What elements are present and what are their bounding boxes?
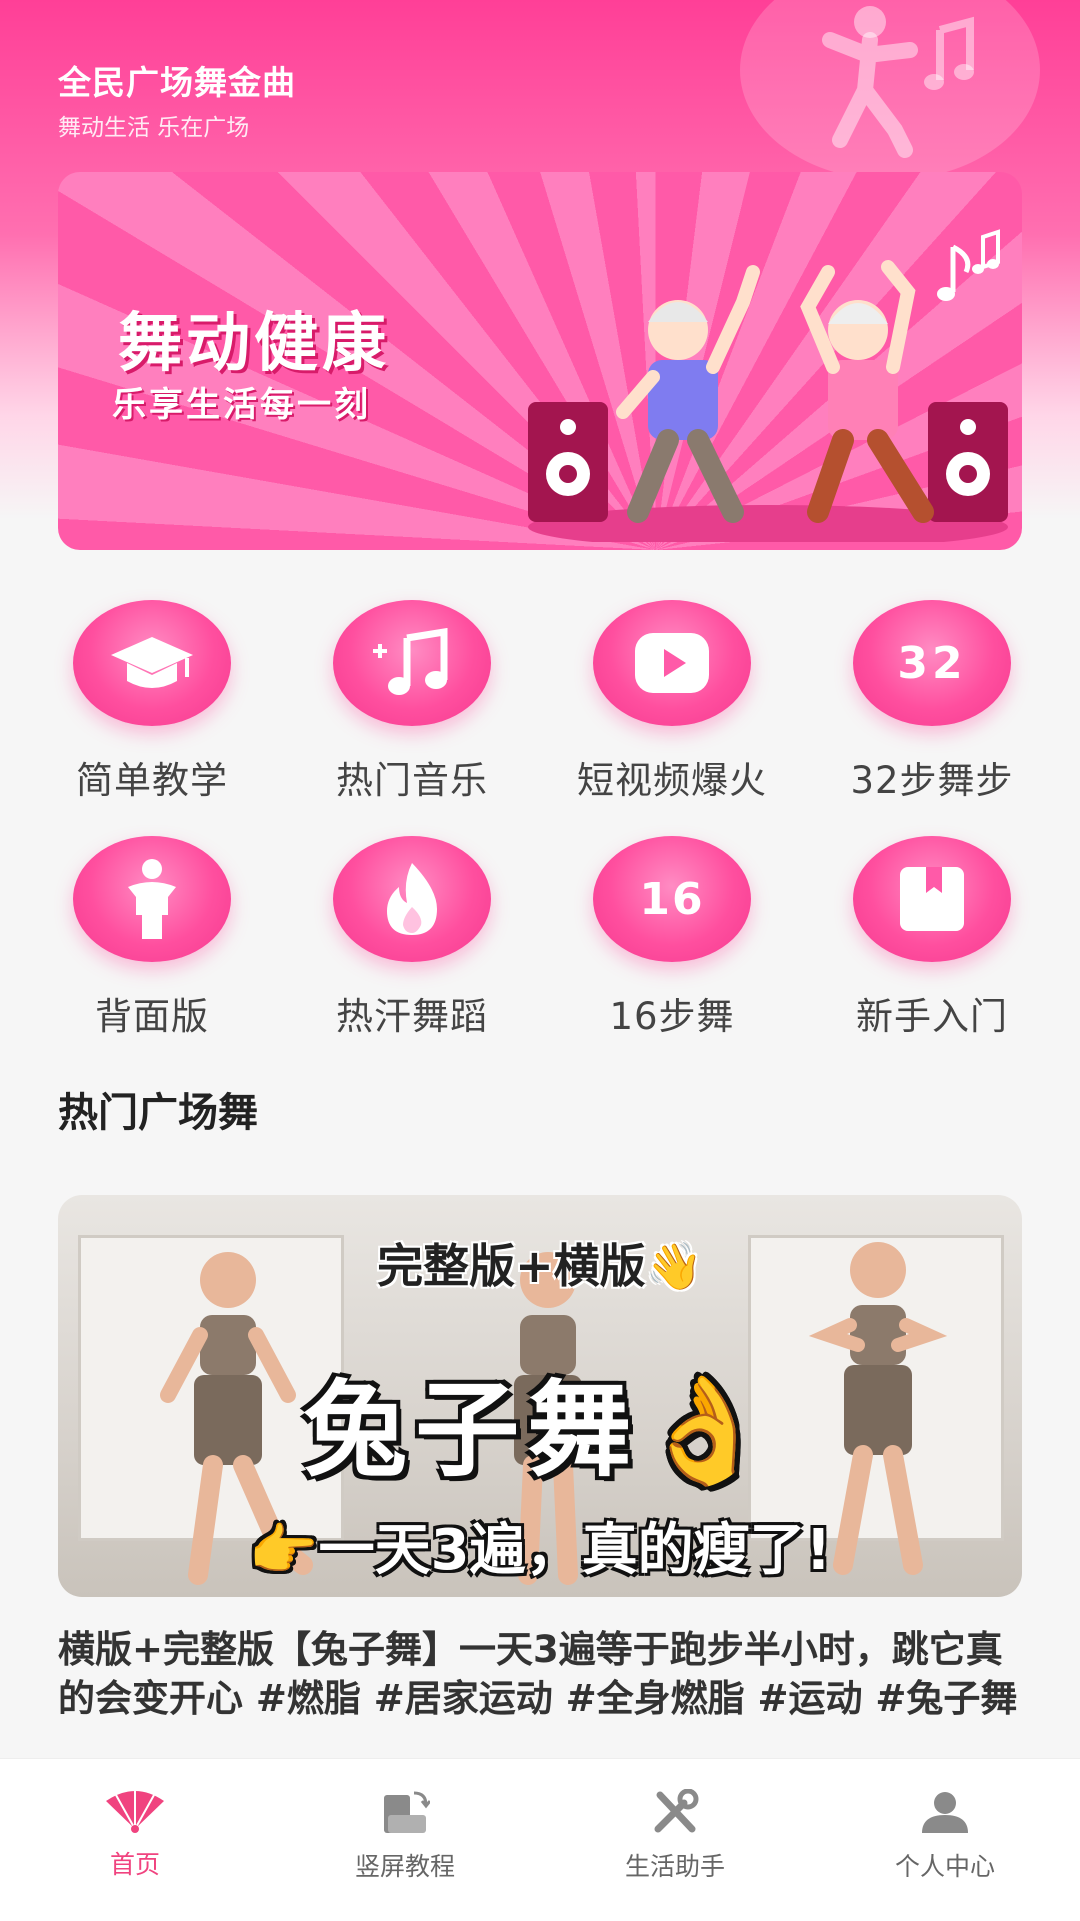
category-16-steps[interactable]: 16 16步舞	[542, 836, 802, 1040]
number-16-icon: 16	[593, 836, 751, 962]
tab-home[interactable]: 首页	[0, 1759, 270, 1921]
thumbnail-caption-top: 完整版+横版👋	[377, 1239, 703, 1293]
dancing-couple-illustration	[528, 229, 1008, 542]
number-32-icon: 32	[853, 600, 1011, 726]
play-icon	[593, 600, 751, 726]
section-title: 热门广场舞	[58, 1090, 258, 1136]
category-hot-sweat[interactable]: 热汗舞蹈	[282, 836, 542, 1040]
category-label: 新手入门	[856, 995, 1008, 1038]
category-label: 16步舞	[609, 995, 735, 1038]
tab-vertical-tutorial[interactable]: 竖屏教程	[270, 1759, 540, 1921]
category-grid: 简单教学 热门音乐 短视频爆火 32 32步舞步 背面版 热汗舞蹈 16 16步	[22, 600, 1062, 1040]
video-title[interactable]: 横版+完整版【兔子舞】一天3遍等于跑步半小时，跳它真的会变开心 #燃脂 #居家运…	[58, 1625, 1022, 1755]
category-hot-music[interactable]: 热门音乐	[282, 600, 542, 804]
category-label: 热门音乐	[336, 759, 488, 802]
category-32-steps[interactable]: 32 32步舞步	[802, 600, 1062, 804]
category-label: 短视频爆火	[577, 759, 767, 802]
category-label: 32步舞步	[850, 759, 1014, 802]
category-label: 背面版	[95, 995, 209, 1038]
dancing-person-icon	[822, 6, 974, 158]
tab-label: 竖屏教程	[354, 1852, 455, 1881]
video-thumbnail[interactable]: 完整版+横版👋 兔子舞👌 👉一天3遍，真的瘦了!	[58, 1195, 1022, 1597]
tools-icon	[654, 1789, 699, 1833]
music-note-icon	[333, 600, 491, 726]
promo-banner[interactable]: 舞动健康 乐享生活每一刻	[58, 172, 1022, 550]
tab-profile[interactable]: 个人中心	[810, 1759, 1080, 1921]
bookmark-book-icon	[853, 836, 1011, 962]
user-icon	[922, 1792, 968, 1833]
person-icon	[73, 836, 231, 962]
banner-subline: 乐享生活每一刻	[112, 385, 371, 425]
vertical-screen-icon	[384, 1791, 430, 1833]
app-title: 全民广场舞金曲	[58, 63, 296, 102]
category-label: 热汗舞蹈	[336, 995, 488, 1038]
category-beginner[interactable]: 新手入门	[802, 836, 1062, 1040]
flame-icon	[333, 836, 491, 962]
tab-label: 首页	[109, 1850, 160, 1879]
app-subtitle: 舞动生活 乐在广场	[58, 115, 250, 141]
tab-label: 生活助手	[624, 1852, 725, 1881]
category-back-view[interactable]: 背面版	[22, 836, 282, 1040]
graduation-cap-icon	[73, 600, 231, 726]
banner-headline: 舞动健康	[118, 307, 390, 381]
thumbnail-caption-bottom: 👉一天3遍，真的瘦了!	[248, 1518, 832, 1583]
category-short-video[interactable]: 短视频爆火	[542, 600, 802, 804]
category-simple-teaching[interactable]: 简单教学	[22, 600, 282, 804]
tab-life-assistant[interactable]: 生活助手	[540, 1759, 810, 1921]
category-label: 简单教学	[76, 759, 228, 802]
tab-label: 个人中心	[894, 1852, 995, 1881]
bottom-tab-bar: 首页 竖屏教程 生活助手 个人中心	[0, 1758, 1080, 1921]
fan-icon	[106, 1791, 164, 1833]
thumbnail-caption-main: 兔子舞👌	[303, 1369, 777, 1491]
